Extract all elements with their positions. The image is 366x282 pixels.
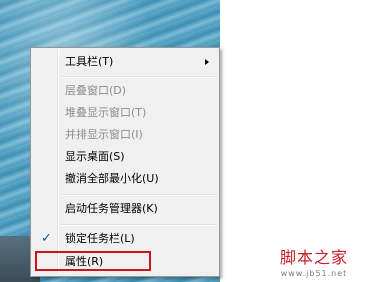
properties-highlight-box — [35, 251, 151, 271]
menu-item-undo-minimize[interactable]: 撤消全部最小化(U) — [33, 168, 217, 190]
menu-item-label: 锁定任务栏(L) — [65, 232, 135, 245]
menu-separator — [61, 194, 217, 196]
menu-separator — [61, 76, 217, 78]
menu-item-label: 并排显示窗口(I) — [65, 128, 143, 141]
menu-item-label: 显示桌面(S) — [65, 150, 125, 163]
watermark-url: www.jb51.net — [280, 269, 348, 278]
menu-item-lock-taskbar[interactable]: ✓ 锁定任务栏(L) — [33, 228, 217, 250]
menu-item-label: 撤消全部最小化(U) — [65, 172, 159, 185]
menu-item-label: 层叠窗口(D) — [65, 84, 127, 97]
taskbar-context-menu: 工具栏(T) 层叠窗口(D) 堆叠显示窗口(T) 并排显示窗口(I) 显示桌面(… — [30, 47, 220, 277]
menu-item-show-desktop[interactable]: 显示桌面(S) — [33, 146, 217, 168]
menu-item-label: 堆叠显示窗口(T) — [65, 106, 147, 119]
menu-item-cascade-windows[interactable]: 层叠窗口(D) — [33, 80, 217, 102]
watermark: 脚本之家 www.jb51.net — [280, 244, 348, 278]
menu-item-task-manager[interactable]: 启动任务管理器(K) — [33, 198, 217, 220]
menu-separator — [61, 224, 217, 226]
watermark-logo: 脚本之家 — [280, 248, 349, 267]
menu-item-label: 启动任务管理器(K) — [65, 202, 158, 215]
menu-item-label: 工具栏(T) — [65, 55, 114, 68]
menu-item-side-by-side[interactable]: 并排显示窗口(I) — [33, 124, 217, 146]
menu-item-stack-windows[interactable]: 堆叠显示窗口(T) — [33, 102, 217, 124]
check-mark-icon: ✓ — [41, 231, 52, 246]
menu-item-toolbars[interactable]: 工具栏(T) — [33, 51, 217, 73]
submenu-arrow-icon — [205, 59, 209, 65]
